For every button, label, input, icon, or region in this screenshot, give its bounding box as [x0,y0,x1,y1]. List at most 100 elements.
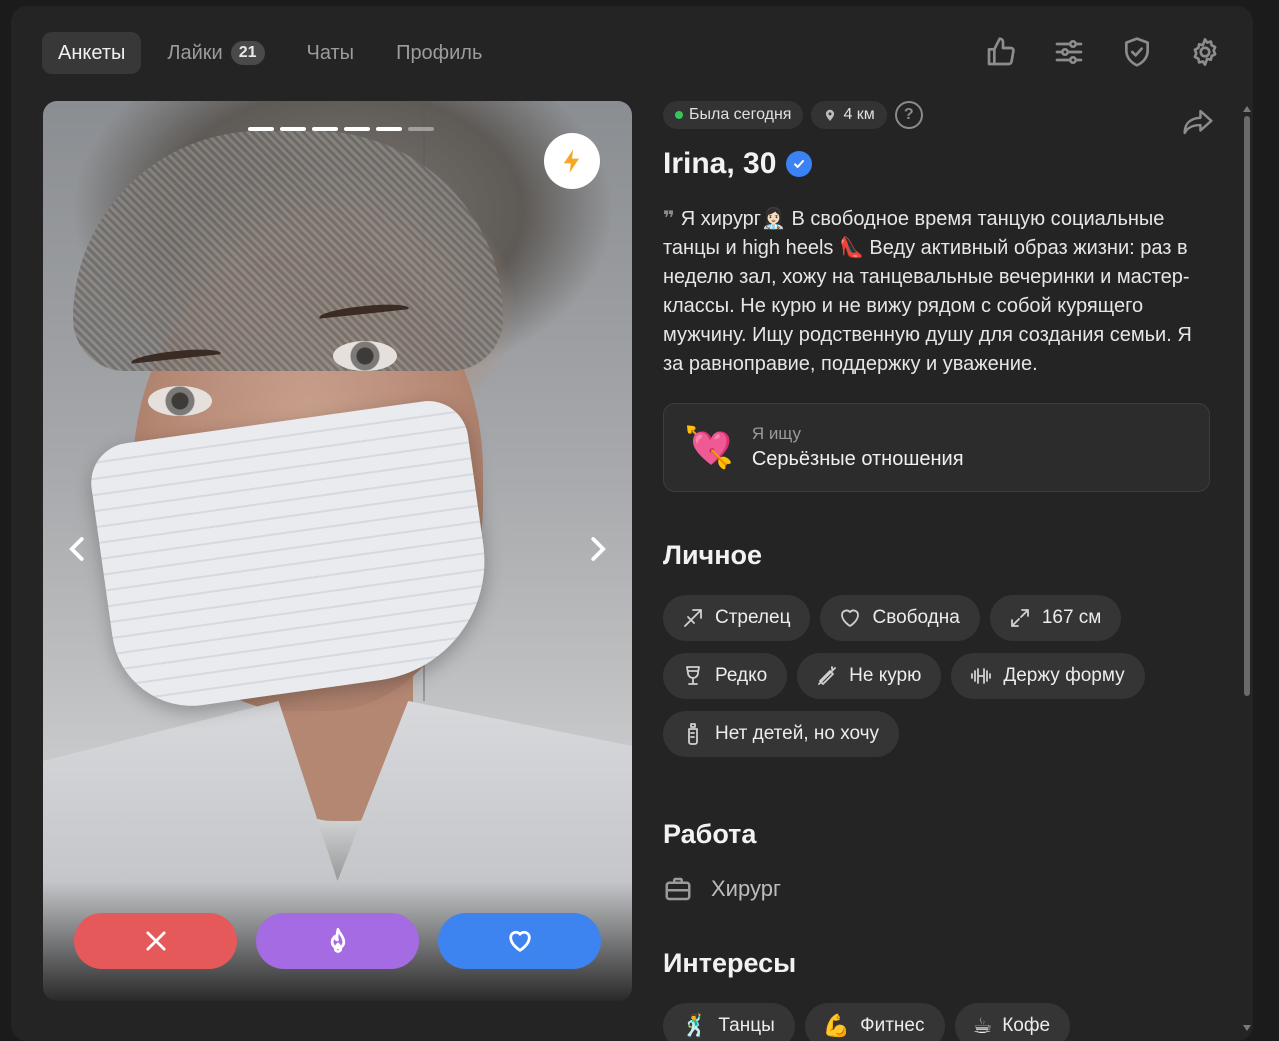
tag-label: Стрелец [715,607,791,628]
looking-for-card: 💘 Я ищу Серьёзные отношения [663,403,1210,492]
thumbs-up-icon[interactable] [983,34,1019,70]
tab-profiles[interactable]: Анкеты [42,32,142,74]
photo-indicator-dot[interactable] [376,127,402,131]
tab-profile[interactable]: Профиль [380,32,498,74]
shield-check-icon[interactable] [1119,34,1155,70]
gear-icon[interactable] [1187,34,1223,70]
work-value: Хирург [711,876,781,901]
photo-mask [86,395,500,717]
heart-icon [508,930,531,952]
close-icon [145,931,166,951]
share-icon[interactable] [1181,107,1215,137]
location-pin-icon [826,109,835,121]
flame-icon [330,927,345,953]
tag-label: Нет детей, но хочу [715,723,880,744]
interests-section-title: Интересы [663,948,797,978]
looking-for-label: Я ищу [751,424,801,443]
chevron-right-icon[interactable] [582,534,612,564]
likes-count-badge: 21 [230,41,265,65]
photo-indicator-dot[interactable] [344,127,370,131]
photo-indicator-dot[interactable] [248,127,274,131]
tag-label: Кофе [1002,1015,1051,1036]
online-dot [675,111,683,119]
scroll-up-icon[interactable] [1243,104,1251,112]
tag-relationship: Свободна [820,595,980,641]
status-text: Была сегодня [689,106,792,123]
photo-indicator-dot[interactable] [280,127,306,131]
looking-for-value: Серьёзные отношения [751,448,964,470]
action-buttons [74,913,601,969]
tag-label: Танцы [718,1015,775,1036]
tab-label: Анкеты [58,41,126,64]
profile-bio: ❞ Я хирург👩🏻‍⚕️ В свободное время танцую … [663,205,1208,379]
baby-bottle-icon [688,723,698,745]
work-section-title: Работа [663,819,757,849]
quote-icon: ❞ [663,208,675,230]
sagittarius-icon [684,609,702,627]
heart-outline-icon [841,609,860,627]
dislike-button[interactable] [74,913,237,969]
profile-photo[interactable] [43,101,632,1001]
tag-label: Держу форму [1003,665,1125,686]
profile-info: Была сегодня 4 км ? Irina, 30 ❞ Я хирург👩… [663,101,1223,1041]
dance-icon: 🕺 [681,1013,709,1038]
status-row: Была сегодня 4 км ? [663,101,1223,129]
bio-text: Я хирург👩🏻‍⚕️ В свободное время танцую с… [663,208,1192,375]
briefcase-icon [665,877,691,901]
dumbbell-icon [971,668,992,684]
lightning-icon[interactable] [544,133,600,189]
photo-indicator-dot[interactable] [408,127,434,131]
sliders-icon[interactable] [1051,34,1087,70]
main-tabs: Анкеты Лайки 21 Чаты Профиль [42,32,498,74]
tag-children: Нет детей, но хочу [663,711,900,757]
resize-icon [1010,609,1029,627]
tag-label: Фитнес [860,1015,925,1036]
photo-eye [148,386,212,416]
online-status: Была сегодня [663,101,804,129]
tab-likes[interactable]: Лайки 21 [151,32,280,74]
tag-alcohol: Редко [663,653,788,699]
tag-label: 167 см [1041,607,1102,628]
chevron-left-icon[interactable] [63,534,93,564]
like-button[interactable] [438,913,601,969]
tag-label: Редко [715,665,768,686]
profile-name: Irina, 30 [663,147,1223,181]
tag-label: Свободна [872,607,960,628]
personal-section-title: Личное [663,540,763,570]
tag-zodiac: Стрелец [663,595,811,641]
tag-fitness: Держу форму [951,653,1145,699]
help-icon[interactable]: ? [894,101,923,129]
name-text: Irina, 30 [663,147,777,180]
interest-tags: 🕺 Танцы 💪 Фитнес ☕ Кофе [663,1003,1213,1041]
tab-label: Чаты [306,41,355,64]
personal-tags: Стрелец Свободна 167 см Редко Не курю Де… [663,595,1213,757]
work-row: Хирург [663,874,1223,904]
superlike-button[interactable] [256,913,419,969]
tab-chats[interactable]: Чаты [291,32,371,74]
scroll-down-icon[interactable] [1243,1025,1251,1033]
coffee-icon: ☕ [972,1013,993,1038]
tag-height: 167 см [989,595,1122,641]
wine-glass-icon [686,666,700,685]
interest-fitness: 💪 Фитнес [804,1003,945,1041]
no-smoking-icon [818,666,837,685]
distance-chip: 4 км [811,101,887,129]
heart-arrow-icon: 💘 [684,426,734,470]
interest-dance: 🕺 Танцы [663,1003,795,1041]
app-window: Анкеты Лайки 21 Чаты Профиль Была сегодн… [11,6,1253,1041]
photo-cap [73,131,503,371]
tab-label: Лайки [167,41,223,64]
tag-label: Не курю [849,665,922,686]
interest-coffee: ☕ Кофе [954,1003,1071,1041]
photo-indicator [248,127,434,131]
verified-icon [786,151,813,177]
help-glyph: ? [903,106,914,123]
toolbar-icons [983,34,1223,70]
tab-label: Профиль [396,41,483,64]
tag-smoking: Не курю [797,653,942,699]
distance-text: 4 км [843,106,875,123]
photo-eye [333,341,397,371]
scrollbar[interactable] [1244,116,1250,696]
photo-indicator-dot[interactable] [312,127,338,131]
muscle-icon: 💪 [822,1013,851,1038]
